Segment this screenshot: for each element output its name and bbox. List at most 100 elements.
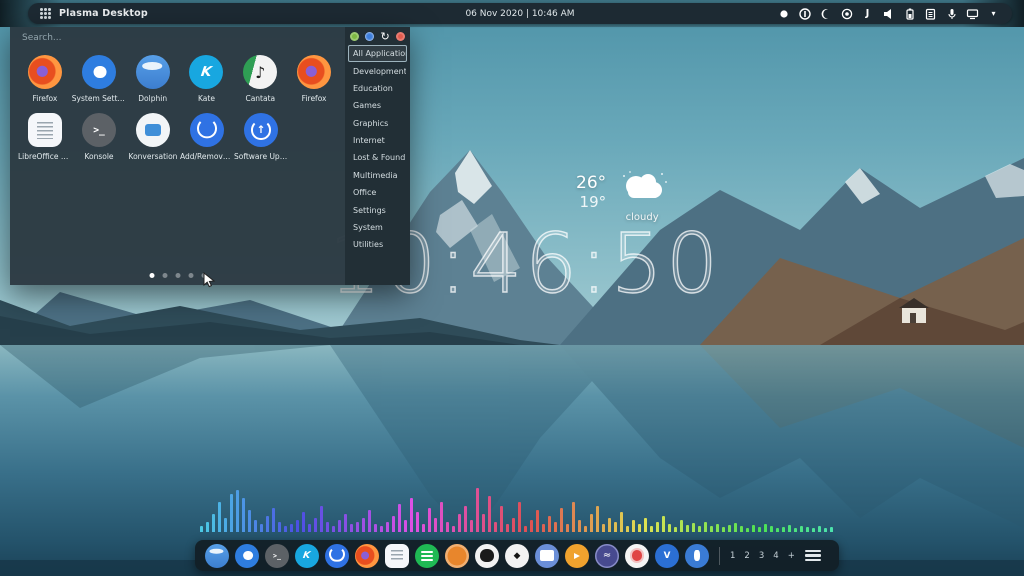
chevron-down-icon[interactable]: ▾ [987, 7, 1000, 20]
app-tile[interactable]: Add/Remove S... [180, 111, 234, 161]
category-item[interactable]: Settings [348, 201, 407, 218]
category-list: All ApplicationsDevelopmentEducationGame… [348, 45, 407, 254]
recorder-dock-icon[interactable] [625, 544, 649, 568]
app-label: LibreOffice Wri... [18, 152, 72, 161]
update-icon [244, 113, 278, 147]
firefox-icon [28, 55, 62, 89]
page-dots [149, 273, 206, 278]
phone-status-icon[interactable] [798, 7, 811, 20]
volume-icon[interactable] [882, 7, 895, 20]
juk-icon[interactable]: J [861, 7, 874, 20]
app-tile[interactable]: Dolphin [126, 53, 180, 103]
pager-number[interactable]: 4 [773, 551, 778, 561]
vscode-dock-icon[interactable] [655, 544, 679, 568]
session-buttons: ↻ [348, 31, 407, 45]
lock-session-button[interactable] [350, 32, 359, 41]
virtual-desktop-pager: 1234 + [730, 551, 795, 561]
logout-button[interactable] [365, 32, 374, 41]
add-desktop-button[interactable]: + [788, 551, 795, 561]
media-play-dock-icon[interactable] [565, 544, 589, 568]
app-label: Cantata [245, 94, 275, 103]
orange-app-dock-icon[interactable] [445, 544, 469, 568]
pager-number[interactable]: 3 [759, 551, 764, 561]
desktop: 10:46:50 26° 19° cloudy [0, 0, 1024, 576]
dock-menu-icon[interactable] [805, 550, 821, 561]
category-item[interactable]: Multimedia [348, 167, 407, 184]
status-dot-icon[interactable] [777, 7, 790, 20]
pager-number[interactable]: 2 [744, 551, 749, 561]
kate-dock-icon[interactable] [295, 544, 319, 568]
activity-wave-dock-icon[interactable] [595, 544, 619, 568]
launcher-sidebar: ↻ All ApplicationsDevelopmentEducationGa… [345, 27, 410, 285]
firefox-icon [297, 55, 331, 89]
app-tile[interactable]: Konversation [126, 111, 180, 161]
application-launcher: Firefox System Settings Dolphin Kate Can… [10, 27, 410, 285]
media-record-icon[interactable] [840, 7, 853, 20]
app-tile[interactable]: Firefox [18, 53, 72, 103]
firefox-dock-icon[interactable] [355, 544, 379, 568]
dolphin-dock-icon[interactable] [205, 544, 229, 568]
darktable-dock-icon[interactable] [475, 544, 499, 568]
category-item[interactable]: System [348, 219, 407, 236]
dolphin-icon [136, 55, 170, 89]
cloud-icon [616, 170, 668, 204]
photos-dock-icon[interactable] [535, 544, 559, 568]
panel-title: Plasma Desktop [59, 8, 148, 19]
inkscape-dock-icon[interactable] [505, 544, 529, 568]
konversation-icon [136, 113, 170, 147]
pager-number[interactable]: 1 [730, 551, 735, 561]
app-tile[interactable]: Kate [180, 53, 234, 103]
app-tile[interactable]: Software Update [234, 111, 288, 161]
category-item[interactable]: Utilities [348, 236, 407, 253]
panel-datetime[interactable]: 06 Nov 2020 | 10:46 AM [465, 9, 574, 19]
app-label: Software Update [234, 152, 288, 161]
discover-dock-icon[interactable] [325, 544, 349, 568]
weather-low-temp: 19° [580, 194, 607, 211]
app-label: Firefox [32, 94, 57, 103]
display-icon[interactable] [966, 7, 979, 20]
konsole-icon [82, 113, 116, 147]
weather-widget: 26° 19° cloudy [576, 170, 696, 223]
app-tile[interactable]: System Settings [72, 53, 126, 103]
weather-condition: cloudy [626, 212, 659, 223]
category-item[interactable]: Graphics [348, 115, 407, 132]
microphone-icon[interactable] [945, 7, 958, 20]
category-item[interactable]: Office [348, 184, 407, 201]
konsole-dock-icon[interactable] [265, 544, 289, 568]
night-color-icon[interactable] [819, 7, 832, 20]
systemsettings-dock-icon[interactable] [235, 544, 259, 568]
app-tile[interactable]: Cantata [233, 53, 287, 103]
app-tile[interactable]: Konsole [72, 111, 126, 161]
category-item[interactable]: All Applications [348, 45, 407, 62]
spotify-dock-icon[interactable] [415, 544, 439, 568]
page-dot[interactable] [149, 273, 154, 278]
app-tile[interactable]: Firefox [287, 53, 341, 103]
app-label: Konversation [129, 152, 178, 161]
category-item[interactable]: Lost & Found [348, 149, 407, 166]
page-dot[interactable] [188, 273, 193, 278]
app-tile[interactable]: LibreOffice Wri... [18, 111, 72, 161]
page-dot[interactable] [162, 273, 167, 278]
category-item[interactable]: Development [348, 62, 407, 79]
cantata-icon [243, 55, 277, 89]
dock: 1234 + [195, 540, 839, 571]
clipboard-icon[interactable] [924, 7, 937, 20]
app-launcher-icon[interactable] [40, 8, 51, 19]
microphone-dock-icon[interactable] [685, 544, 709, 568]
category-item[interactable]: Games [348, 97, 407, 114]
category-item[interactable]: Education [348, 80, 407, 97]
app-label: Konsole [84, 152, 113, 161]
restart-button[interactable]: ↻ [381, 32, 390, 41]
shutdown-button[interactable] [396, 32, 405, 41]
app-label: Firefox [302, 94, 327, 103]
systemsettings-icon [82, 55, 116, 89]
kate-icon [189, 55, 223, 89]
libreoffice-dock-icon[interactable] [385, 544, 409, 568]
app-label: Add/Remove S... [180, 152, 234, 161]
weather-high-temp: 26° [576, 174, 606, 194]
battery-icon[interactable] [903, 7, 916, 20]
search-input[interactable] [22, 33, 222, 43]
top-panel: Plasma Desktop 06 Nov 2020 | 10:46 AM J [28, 3, 1012, 24]
page-dot[interactable] [175, 273, 180, 278]
category-item[interactable]: Internet [348, 132, 407, 149]
